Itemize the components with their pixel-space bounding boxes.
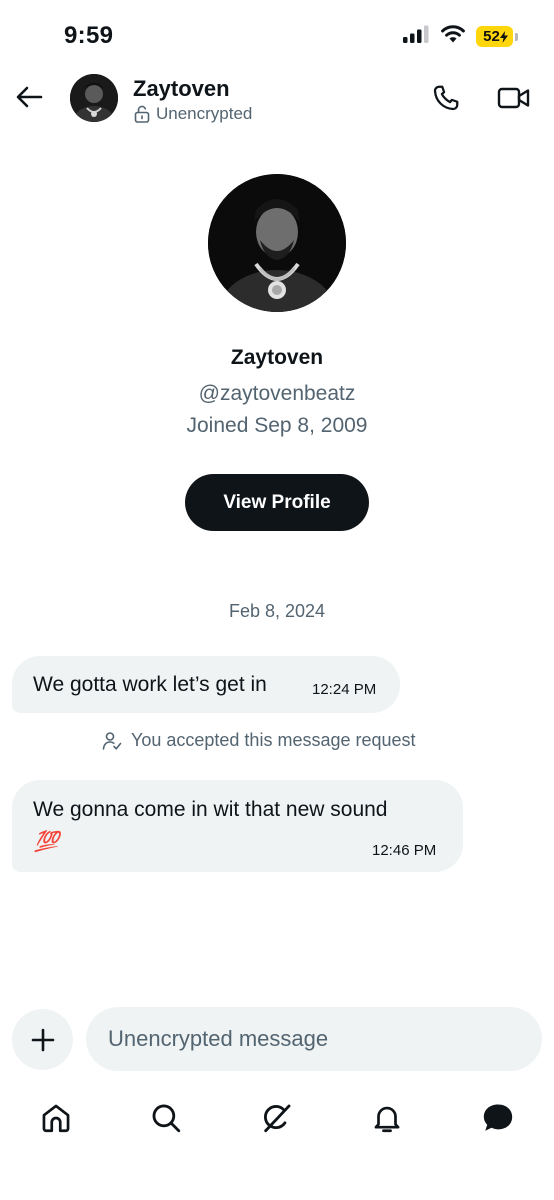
back-arrow-icon bbox=[16, 86, 43, 108]
view-profile-button[interactable]: View Profile bbox=[185, 474, 369, 531]
tab-home[interactable] bbox=[36, 1098, 76, 1138]
grok-icon bbox=[264, 1104, 291, 1133]
profile-photo bbox=[208, 174, 346, 312]
plus-icon bbox=[31, 1028, 54, 1051]
header-avatar[interactable] bbox=[70, 74, 118, 122]
video-call-button[interactable] bbox=[494, 80, 534, 116]
message-input[interactable] bbox=[86, 1007, 542, 1071]
message-time: 12:24 PM bbox=[312, 681, 377, 698]
message-request-note: You accepted this message request bbox=[102, 730, 416, 751]
home-icon bbox=[42, 1104, 70, 1133]
user-check-icon bbox=[102, 731, 122, 750]
profile-avatar[interactable] bbox=[208, 174, 346, 312]
encryption-status: Unencrypted bbox=[134, 104, 252, 124]
profile-handle: @zaytovenbeatz bbox=[198, 382, 356, 405]
avatar-photo bbox=[70, 74, 118, 122]
battery-percent: 52 bbox=[483, 28, 500, 45]
hundred-points-emoji: 💯 bbox=[34, 831, 59, 853]
lock-open-icon bbox=[134, 105, 150, 123]
message-time: 12:46 PM bbox=[372, 842, 437, 859]
status-time: 9:59 bbox=[64, 22, 114, 49]
encryption-label: Unencrypted bbox=[156, 104, 253, 123]
video-camera-icon bbox=[497, 87, 530, 109]
profile-name: Zaytoven bbox=[230, 346, 324, 369]
search-icon bbox=[152, 1104, 181, 1133]
tab-search[interactable] bbox=[146, 1098, 186, 1138]
message-text: We gonna come in wit that new sound bbox=[33, 798, 388, 821]
voice-call-button[interactable] bbox=[428, 80, 464, 116]
battery-indicator: 52 bbox=[476, 26, 518, 47]
back-button[interactable] bbox=[12, 80, 46, 114]
message-bubble[interactable]: We gotta work let’s get in 12:24 PM bbox=[12, 656, 400, 713]
tab-notifications[interactable] bbox=[367, 1098, 407, 1138]
battery-level: 52 bbox=[476, 26, 513, 47]
notifications-icon bbox=[374, 1106, 400, 1133]
contact-name[interactable]: Zaytoven bbox=[133, 76, 230, 102]
status-bar: 9:59 52 bbox=[0, 0, 554, 66]
status-icons: 52 bbox=[402, 24, 518, 49]
tab-grok[interactable] bbox=[257, 1098, 297, 1138]
cellular-signal-icon bbox=[402, 25, 430, 48]
messages-icon bbox=[483, 1104, 513, 1131]
message-text: We gotta work let’s get in bbox=[33, 673, 267, 696]
add-attachment-button[interactable] bbox=[12, 1009, 73, 1070]
conversation-header: Zaytoven Unencrypted bbox=[0, 66, 554, 132]
profile-joined-date: Joined Sep 8, 2009 bbox=[186, 414, 368, 437]
charging-bolt-icon bbox=[499, 30, 508, 43]
wifi-icon bbox=[440, 24, 466, 49]
message-request-text: You accepted this message request bbox=[131, 730, 416, 750]
bottom-tab-bar bbox=[0, 1090, 554, 1150]
battery-cap bbox=[515, 32, 518, 41]
tab-messages[interactable] bbox=[478, 1098, 518, 1138]
date-separator: Feb 8, 2024 bbox=[228, 601, 326, 621]
phone-icon bbox=[433, 85, 459, 111]
message-bubble[interactable]: We gonna come in wit that new sound 💯 12… bbox=[12, 780, 463, 872]
